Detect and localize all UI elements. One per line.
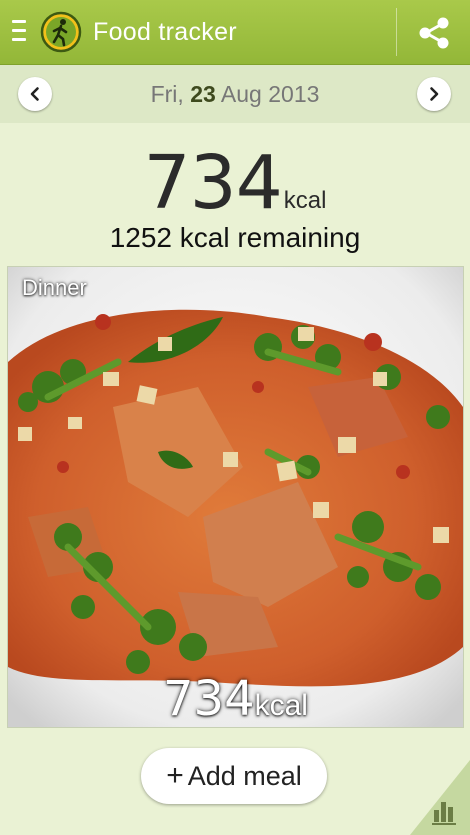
- chevron-right-icon: [430, 87, 439, 101]
- total-kcal-unit: kcal: [283, 187, 327, 214]
- remaining-calories: 1252 kcal remaining: [109, 222, 361, 253]
- menu-icon[interactable]: [12, 20, 26, 44]
- plus-icon: +: [166, 759, 184, 792]
- date-bar: Fri, 23 Aug 2013: [0, 65, 470, 123]
- current-date[interactable]: Fri, 23 Aug 2013: [0, 81, 470, 108]
- date-weekday: Fri,: [150, 81, 184, 107]
- meal-kcal: 734kcal: [8, 671, 463, 727]
- meal-kcal-value: 734: [163, 671, 255, 727]
- statistics-button[interactable]: [410, 760, 470, 835]
- meal-card-dinner[interactable]: Dinner 734kcal: [7, 266, 464, 728]
- meal-label: Dinner: [22, 275, 87, 300]
- next-day-button[interactable]: [417, 77, 451, 111]
- total-kcal-value: 734: [143, 140, 283, 226]
- date-day: 23: [190, 81, 216, 107]
- add-meal-label: Add meal: [187, 761, 302, 791]
- meal-kcal-unit: kcal: [254, 689, 308, 722]
- total-calories: 734kcal: [0, 140, 470, 226]
- date-month-year: Aug 2013: [220, 81, 320, 107]
- share-icon[interactable]: [405, 6, 463, 58]
- app-logo-icon[interactable]: [40, 11, 82, 53]
- action-bar: Food tracker: [0, 0, 470, 65]
- add-meal-button[interactable]: + Add meal: [141, 748, 327, 804]
- meal-photo: [8, 267, 463, 727]
- action-bar-divider: [396, 8, 397, 56]
- app-title: Food tracker: [93, 18, 237, 46]
